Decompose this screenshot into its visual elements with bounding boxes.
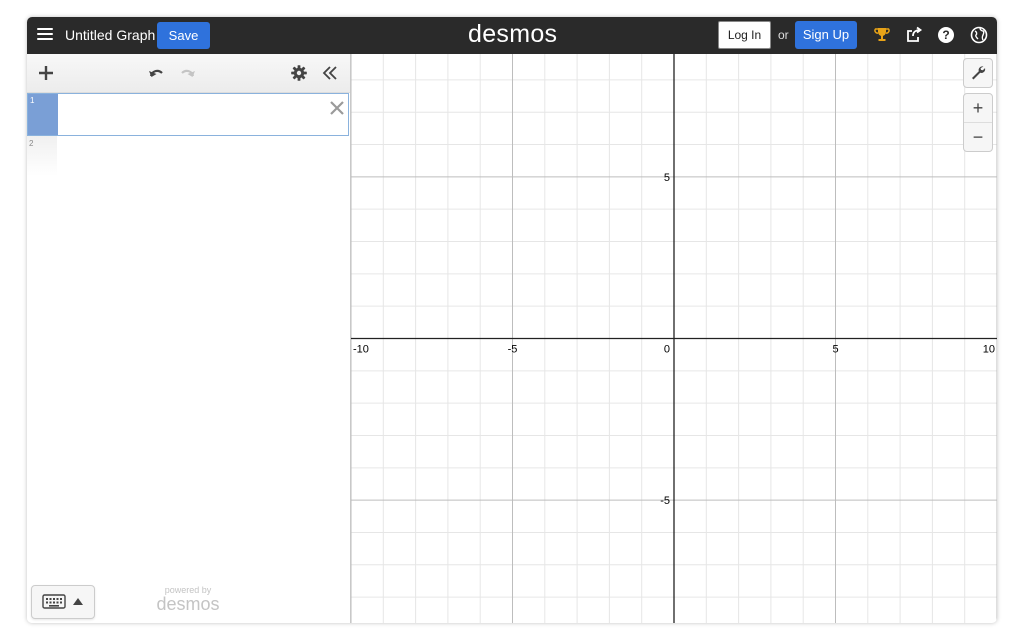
graph-canvas[interactable]: -10 -5 0 5 10 5 -5	[351, 54, 997, 623]
powered-by-brand: desmos	[156, 594, 220, 614]
zoom-controls: + −	[963, 93, 993, 152]
y-tick-label: 5	[664, 172, 670, 184]
x-tick-label: -10	[353, 344, 369, 356]
help-icon[interactable]: ?	[937, 26, 955, 44]
x-tick-label: 0	[664, 344, 670, 356]
undo-icon[interactable]	[147, 64, 165, 82]
collapse-icon[interactable]	[321, 64, 339, 82]
signup-button[interactable]: Sign Up	[795, 21, 857, 49]
graph-settings-button[interactable]	[963, 58, 993, 88]
graph-title[interactable]: Untitled Graph	[65, 27, 155, 43]
x-tick-label: 10	[983, 344, 995, 356]
caret-up-icon	[73, 598, 83, 605]
zoom-out-button[interactable]: −	[964, 123, 992, 151]
trophy-icon[interactable]	[873, 26, 891, 44]
zoom-in-button[interactable]: +	[964, 94, 992, 123]
keyboard-icon	[42, 594, 66, 609]
x-tick-label: 5	[832, 344, 838, 356]
keypad-toggle-button[interactable]	[31, 585, 95, 619]
x-tick-label: -5	[508, 344, 518, 356]
expression-input[interactable]	[62, 94, 322, 135]
redo-icon[interactable]	[179, 64, 197, 82]
expression-item[interactable]: 2	[27, 136, 57, 176]
or-text: or	[778, 28, 789, 42]
expression-number: 2	[29, 139, 34, 148]
expression-number: 1	[30, 96, 35, 105]
top-bar: Untitled Graph Save desmos Log In or Sig…	[27, 17, 997, 54]
save-button[interactable]: Save	[157, 22, 210, 49]
expression-tab[interactable]: 1	[28, 94, 58, 135]
desmos-logo: desmos	[468, 20, 558, 48]
expression-panel: 1 2 powered by desmos	[27, 54, 351, 623]
share-icon[interactable]	[905, 26, 923, 44]
menu-icon[interactable]	[37, 27, 53, 41]
login-button[interactable]: Log In	[718, 21, 771, 49]
settings-icon[interactable]	[290, 64, 308, 82]
graph-paper[interactable]: -10 -5 0 5 10 5 -5	[351, 54, 997, 623]
expression-item[interactable]: 1	[27, 93, 349, 136]
wrench-icon	[972, 66, 986, 80]
svg-text:?: ?	[942, 28, 949, 42]
app-window: Untitled Graph Save desmos Log In or Sig…	[27, 17, 997, 623]
add-icon[interactable]	[37, 64, 55, 82]
powered-by-logo[interactable]: powered by desmos	[155, 586, 221, 614]
y-tick-label: -5	[660, 495, 670, 507]
close-icon[interactable]	[329, 100, 345, 116]
expression-toolbar	[27, 54, 350, 93]
globe-icon[interactable]	[970, 26, 988, 44]
